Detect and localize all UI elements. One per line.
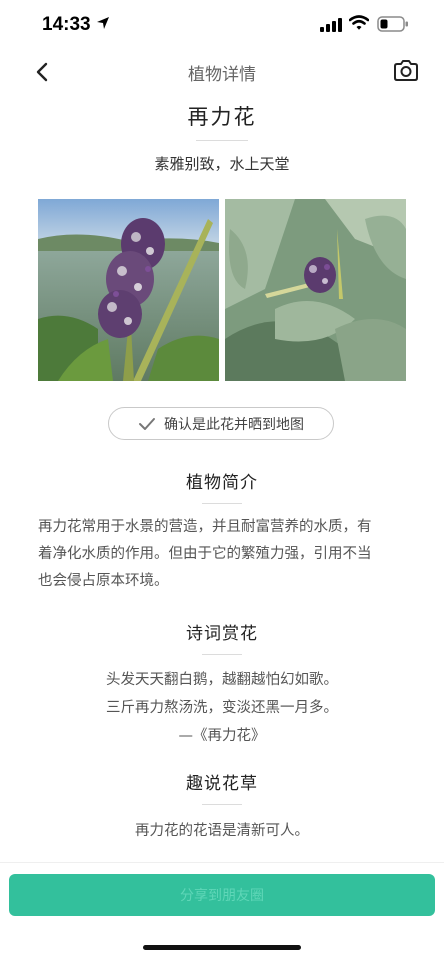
share-button[interactable]: 分享到朋友圈 — [9, 874, 435, 916]
battery-icon — [377, 16, 408, 32]
poem-line: 三斤再力熬汤洗，变淡还黑一月多。 — [106, 700, 338, 716]
plant-photo-closeup[interactable] — [38, 199, 219, 381]
plant-slogan: 素雅别致，水上天堂 — [154, 155, 290, 173]
divider — [202, 654, 242, 655]
intro-line: 再力花常用于水景的营造，并且耐富营养的水质，有 — [38, 519, 372, 535]
intro-line: 着净化水质的作用。但由于它的繁殖力强，引用不当 — [38, 546, 372, 562]
wifi-icon — [349, 15, 369, 30]
section-title-intro: 植物简介 — [186, 473, 258, 493]
divider — [196, 140, 248, 141]
camera-icon — [394, 60, 418, 81]
nav-bar: 植物详情 — [0, 52, 444, 92]
divider — [202, 503, 242, 504]
checkmark-icon — [139, 417, 155, 430]
section-title-poem: 诗词赏花 — [186, 624, 258, 644]
home-indicator[interactable] — [143, 945, 301, 950]
share-button-label: 分享到朋友圈 — [180, 888, 264, 904]
page-title: 植物详情 — [188, 65, 256, 85]
camera-button[interactable] — [392, 58, 420, 84]
section-title-fun: 趣说花草 — [186, 774, 258, 794]
intro-line: 也会侵占原本环境。 — [38, 573, 169, 589]
plant-photo-leaves[interactable] — [225, 199, 406, 381]
status-time: 14:33 — [42, 14, 91, 35]
plant-name: 再力花 — [187, 105, 257, 129]
poem-attribution: —《再力花》 — [178, 728, 266, 744]
divider — [202, 804, 242, 805]
intro-text: 再力花常用于水景的营造，并且耐富营养的水质，有 着净化水质的作用。但由于它的繁殖… — [38, 514, 406, 595]
location-arrow-icon — [97, 17, 109, 29]
fun-text: 再力花的花语是清新可人。 — [135, 823, 309, 839]
confirm-button-label: 确认是此花并晒到地图 — [164, 416, 304, 433]
status-bar: 14:33 — [0, 0, 444, 52]
confirm-share-map-button[interactable]: 确认是此花并晒到地图 — [108, 407, 334, 440]
cellular-signal-icon — [320, 18, 342, 32]
poem-line: 头发天天翻白鹅，越翻越怕幻如歌。 — [106, 672, 338, 688]
